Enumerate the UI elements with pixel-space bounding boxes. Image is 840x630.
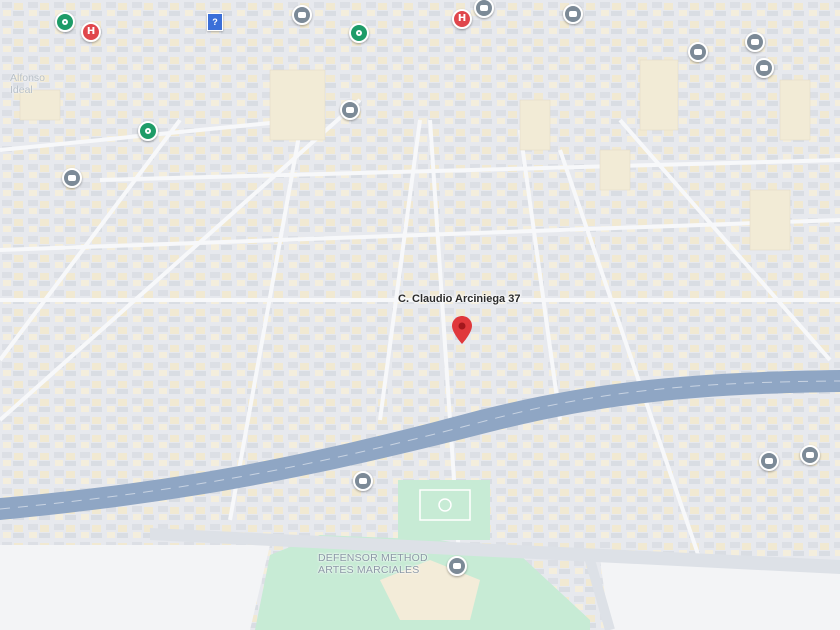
place-pin-icon[interactable] [800,445,820,465]
address-label: C. Claudio Arciniega 37 [398,293,521,305]
place-pin-icon[interactable] [563,4,583,24]
district-label-line1: Alfonso [10,72,46,84]
park-icon[interactable] [55,12,75,32]
map-viewport[interactable]: Alfonso Ideal C. Claudio Arciniega 37 DE… [0,0,840,630]
place-pin-icon[interactable] [745,32,765,52]
park-icon[interactable] [138,121,158,141]
map-canvas[interactable] [0,0,840,630]
info-square-icon[interactable]: ? [207,13,223,31]
poi-label-line1: DEFENSOR METHOD [318,552,428,564]
place-pin-icon[interactable] [353,471,373,491]
place-pin-icon[interactable] [447,556,467,576]
place-pin-icon[interactable] [292,5,312,25]
district-label: Alfonso Ideal [10,72,45,96]
place-pin-icon[interactable] [62,168,82,188]
place-pin-icon[interactable] [688,42,708,62]
poi-label-line2: ARTES MARCIALES [318,564,420,576]
place-pin-icon[interactable] [754,58,774,78]
park-icon[interactable] [349,23,369,43]
place-pin-icon[interactable] [340,100,360,120]
location-pin-icon[interactable] [452,316,472,344]
district-label-line2: Ideal [10,84,33,96]
hospital-icon[interactable]: H [81,22,101,42]
hospital-icon[interactable]: H [452,9,472,29]
place-pin-icon[interactable] [759,451,779,471]
poi-label[interactable]: DEFENSOR METHOD ARTES MARCIALES [318,552,428,576]
